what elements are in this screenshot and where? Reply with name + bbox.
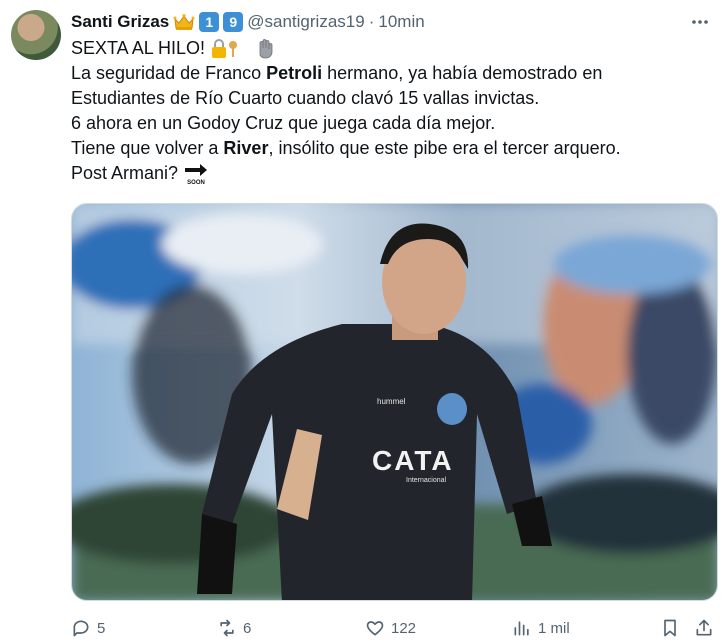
text-span: hermano, ya había demostrado en [322, 63, 603, 83]
tweet-actions: 5 6 122 1 mil [71, 618, 718, 644]
tweet-photo[interactable]: CATA Internacional hummel [71, 203, 718, 601]
number-badge: 1 [199, 12, 220, 32]
bold-text: Petroli [266, 63, 323, 83]
text-line: Tiene que volver a River, insólito que e… [71, 136, 691, 161]
reply-button[interactable]: 5 [71, 618, 105, 638]
more-icon [692, 20, 708, 24]
author-handle[interactable]: @santigrizas19 [247, 12, 364, 32]
like-icon [366, 621, 384, 636]
views-button[interactable]: 1 mil [512, 618, 570, 638]
bold-text: River [223, 138, 269, 158]
text-line: Post Armani? SOON [71, 161, 691, 186]
lock-key-icon [212, 39, 238, 59]
author-name[interactable]: Santi Grizas [71, 12, 169, 32]
hand-icon [259, 39, 273, 59]
like-count: 122 [391, 619, 417, 637]
like-button[interactable]: 122 [365, 618, 416, 638]
text-line: SEXTA AL HILO! [71, 36, 691, 61]
text-span: SEXTA AL HILO! [71, 38, 206, 58]
reply-icon [73, 620, 89, 637]
avatar[interactable] [11, 10, 61, 60]
jersey-sub: Internacional [406, 477, 447, 484]
bookmark-icon [664, 619, 676, 637]
share-icon [696, 619, 712, 636]
tweet-time[interactable]: 10min [378, 12, 424, 32]
share-button[interactable] [694, 618, 714, 638]
repost-count: 6 [243, 619, 252, 637]
tweet-header: Santi Grizas 1 9 @santigrizas19 · 10min [71, 10, 425, 34]
number-badge: 9 [223, 12, 244, 32]
jersey-sponsor: CATA [372, 445, 454, 476]
views-icon [514, 621, 529, 636]
soon-arrow-icon: SOON [185, 164, 208, 186]
reply-count: 5 [97, 619, 106, 637]
crown-icon [173, 14, 195, 30]
repost-button[interactable]: 6 [217, 618, 251, 638]
text-span: La seguridad de Franco [71, 63, 267, 83]
more-button[interactable] [688, 10, 712, 34]
goalkeeper-photo: CATA Internacional hummel [72, 204, 717, 600]
tweet-text: SEXTA AL HILO! La seguridad de Franco Pe… [71, 36, 691, 186]
bookmark-button[interactable] [660, 618, 680, 638]
text-line: La seguridad de Franco Petroli hermano, … [71, 61, 691, 86]
text-line: Estudiantes de Río Cuarto cuando clavó 1… [71, 88, 540, 108]
jersey-brand: hummel [377, 397, 406, 406]
separator-dot: · [368, 12, 375, 31]
views-count: 1 mil [538, 619, 570, 637]
text-span: Post Armani? [71, 163, 179, 183]
repost-icon [220, 619, 234, 637]
text-line: 6 ahora en un Godoy Cruz que juega cada … [71, 113, 496, 133]
soon-label: SOON [187, 180, 205, 186]
text-span: Tiene que volver a [71, 138, 224, 158]
text-span: , insólito que este pibe era el tercer a… [268, 138, 621, 158]
